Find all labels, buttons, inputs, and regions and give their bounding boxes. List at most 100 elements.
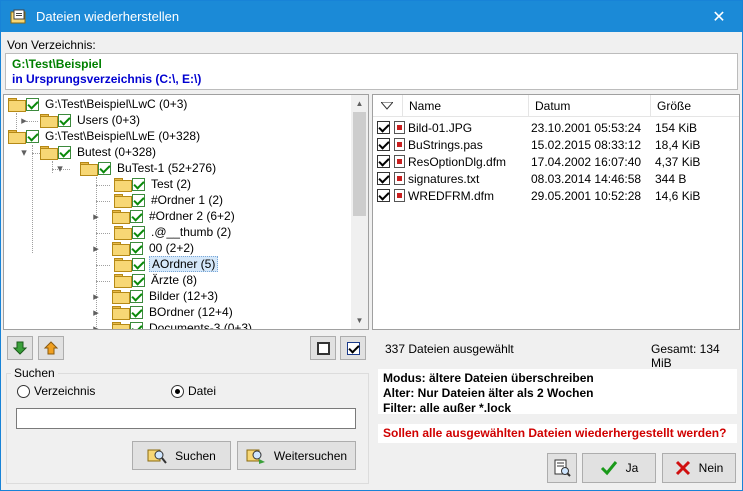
tree-item[interactable]: .@__thumb (2): [112, 224, 233, 240]
file-list[interactable]: Name Datum Größe Bild-01.JPG 23.10.2001 …: [372, 94, 740, 330]
file-size: 18,4 KiB: [655, 137, 701, 152]
scroll-down-icon[interactable]: ▼: [351, 312, 368, 329]
tree-checkbox[interactable]: [132, 193, 145, 207]
tree-checkbox[interactable]: [132, 273, 145, 287]
tree-item[interactable]: G:\Test\Beispiel\LwE (0+328): [6, 128, 202, 144]
radio-icon[interactable]: [171, 385, 184, 399]
tree-item[interactable]: Test (2): [112, 176, 193, 192]
tree-checkbox[interactable]: [98, 161, 111, 175]
directory-tree[interactable]: G:\Test\Beispiel\LwC (0+3) ▸ Users (0+3)…: [3, 94, 369, 330]
radio-file[interactable]: Datei: [171, 384, 217, 399]
column-header-size[interactable]: Größe: [651, 95, 739, 117]
tree-item[interactable]: ▸ BOrdner (12+4): [90, 304, 235, 320]
source-label: Von Verzeichnis:: [7, 38, 96, 52]
tree-item-label: AOrdner (5): [149, 256, 219, 272]
details-button[interactable]: [547, 453, 577, 483]
sort-icon[interactable]: [373, 95, 403, 117]
tree-checkbox[interactable]: [130, 241, 143, 255]
collapse-icon[interactable]: ▾: [54, 162, 66, 175]
file-name: BuStrings.pas: [408, 137, 483, 152]
target-description: in Ursprungsverzeichnis (C:\, E:\): [12, 72, 202, 86]
file-date: 15.02.2015 08:33:12: [531, 137, 642, 152]
tree-checkbox[interactable]: [26, 129, 39, 143]
tree-item[interactable]: ▸ 00 (2+2): [90, 240, 196, 256]
tree-checkbox[interactable]: [130, 209, 143, 223]
file-row[interactable]: BuStrings.pas 15.02.2015 08:33:12 18,4 K…: [373, 136, 739, 153]
tree-item-selected[interactable]: AOrdner (5): [112, 256, 219, 272]
scroll-thumb[interactable]: [353, 112, 366, 216]
file-checkbox[interactable]: [377, 121, 390, 134]
yes-button[interactable]: Ja: [582, 453, 656, 483]
age-text: Alter: Nur Dateien älter als 2 Wochen: [383, 386, 594, 400]
search-button-label: Suchen: [175, 448, 216, 463]
arrow-down-icon: [12, 341, 28, 355]
tree-checkbox[interactable]: [58, 113, 71, 127]
expand-icon[interactable]: ▸: [90, 322, 102, 330]
search-button[interactable]: Suchen: [132, 441, 231, 470]
restore-dialog: Dateien wiederherstellen ✕ Von Verzeichn…: [0, 0, 743, 491]
tree-item-label: Test (2): [151, 177, 192, 191]
file-row[interactable]: WREDFRM.dfm 29.05.2001 10:52:28 14,6 KiB: [373, 187, 739, 204]
expand-icon[interactable]: ▸: [90, 306, 102, 319]
folder-icon: [40, 146, 58, 160]
expand-icon[interactable]: ▸: [90, 242, 102, 255]
file-checkbox[interactable]: [377, 189, 390, 202]
column-header-name[interactable]: Name: [403, 95, 529, 117]
search-input[interactable]: [16, 408, 356, 429]
file-name: ResOptionDlg.dfm: [408, 154, 507, 169]
expand-icon[interactable]: ▸: [90, 210, 102, 223]
tree-item[interactable]: ▾ Butest (0+328): [18, 144, 158, 160]
titlebar: Dateien wiederherstellen ✕: [1, 1, 742, 32]
cross-icon: [675, 460, 690, 476]
expand-all-button[interactable]: [7, 336, 33, 360]
close-icon[interactable]: ✕: [696, 1, 742, 32]
tree-checkbox[interactable]: [130, 289, 143, 303]
tree-item[interactable]: ▾ BuTest-1 (52+276): [54, 160, 218, 176]
continue-search-button-label: Weitersuchen: [273, 448, 348, 463]
collapse-icon[interactable]: ▾: [18, 146, 30, 159]
column-header-date[interactable]: Datum: [529, 95, 651, 117]
tree-item-label: Bilder (12+3): [149, 289, 219, 303]
file-icon: [394, 121, 405, 134]
radio-icon[interactable]: [17, 385, 30, 399]
folder-icon: [114, 258, 132, 272]
tree-content: G:\Test\Beispiel\LwC (0+3) ▸ Users (0+3)…: [4, 95, 351, 329]
tree-item[interactable]: #Ordner 1 (2): [112, 192, 225, 208]
file-row[interactable]: Bild-01.JPG 23.10.2001 05:53:24 154 KiB: [373, 119, 739, 136]
radio-directory[interactable]: Verzeichnis: [17, 384, 95, 399]
folder-icon: [8, 130, 26, 144]
tree-checkbox[interactable]: [58, 145, 71, 159]
check-all-button[interactable]: [340, 336, 366, 360]
expand-icon[interactable]: ▸: [18, 114, 30, 127]
tree-scrollbar[interactable]: ▲ ▼: [351, 95, 368, 329]
scroll-up-icon[interactable]: ▲: [351, 95, 368, 112]
selected-count: 337 Dateien ausgewählt: [385, 342, 514, 356]
tree-checkbox[interactable]: [130, 321, 143, 329]
tree-item-label: 00 (2+2): [149, 241, 195, 255]
file-row[interactable]: signatures.txt 08.03.2014 14:46:58 344 B: [373, 170, 739, 187]
tree-checkbox[interactable]: [130, 305, 143, 319]
tree-item-label: Ärzte (8): [151, 273, 198, 287]
folder-icon: [112, 322, 130, 329]
file-row[interactable]: ResOptionDlg.dfm 17.04.2002 16:07:40 4,3…: [373, 153, 739, 170]
uncheck-all-button[interactable]: [310, 336, 336, 360]
file-checkbox[interactable]: [377, 155, 390, 168]
expand-icon[interactable]: ▸: [90, 290, 102, 303]
tree-item[interactable]: ▸ #Ordner 2 (6+2): [90, 208, 237, 224]
file-checkbox[interactable]: [377, 138, 390, 151]
tree-item[interactable]: ▸ Users (0+3): [18, 112, 142, 128]
no-button[interactable]: Nein: [662, 453, 736, 483]
tree-item[interactable]: ▸ Bilder (12+3): [90, 288, 220, 304]
file-checkbox[interactable]: [377, 172, 390, 185]
radio-file-label: Datei: [188, 384, 217, 398]
collapse-all-button[interactable]: [38, 336, 64, 360]
tree-checkbox[interactable]: [132, 177, 145, 191]
tree-checkbox[interactable]: [132, 257, 145, 271]
tree-item[interactable]: Ärzte (8): [112, 272, 199, 288]
tree-checkbox[interactable]: [132, 225, 145, 239]
tree-checkbox[interactable]: [26, 97, 39, 111]
search-group-label: Suchen: [11, 366, 58, 380]
continue-search-button[interactable]: Weitersuchen: [237, 441, 356, 470]
tree-item[interactable]: ▸ Documents-3 (0+3): [90, 320, 254, 329]
tree-item[interactable]: G:\Test\Beispiel\LwC (0+3): [6, 96, 189, 112]
